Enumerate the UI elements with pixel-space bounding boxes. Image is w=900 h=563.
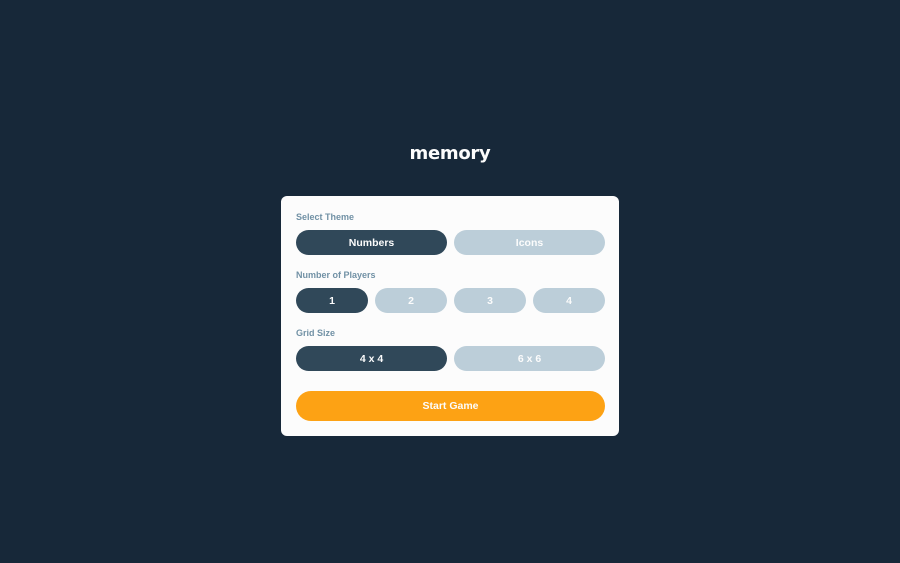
game-settings-card: Select Theme Numbers Icons Number of Pla… xyxy=(281,196,619,436)
theme-option-icons[interactable]: Icons xyxy=(454,230,605,255)
players-option-3[interactable]: 3 xyxy=(454,288,526,313)
players-option-1[interactable]: 1 xyxy=(296,288,368,313)
start-game-button[interactable]: Start Game xyxy=(296,391,605,421)
theme-option-numbers[interactable]: Numbers xyxy=(296,230,447,255)
app-logo: memory xyxy=(409,143,491,164)
grid-size-options: 4 x 4 6 x 6 xyxy=(296,346,605,371)
grid-option-6x6[interactable]: 6 x 6 xyxy=(454,346,605,371)
players-options: 1 2 3 4 xyxy=(296,288,605,313)
theme-label: Select Theme xyxy=(296,212,355,222)
players-option-4[interactable]: 4 xyxy=(533,288,605,313)
theme-options: Numbers Icons xyxy=(296,230,605,255)
grid-size-label: Grid Size xyxy=(296,328,336,338)
grid-option-4x4[interactable]: 4 x 4 xyxy=(296,346,447,371)
players-label: Number of Players xyxy=(296,270,376,280)
players-option-2[interactable]: 2 xyxy=(375,288,447,313)
